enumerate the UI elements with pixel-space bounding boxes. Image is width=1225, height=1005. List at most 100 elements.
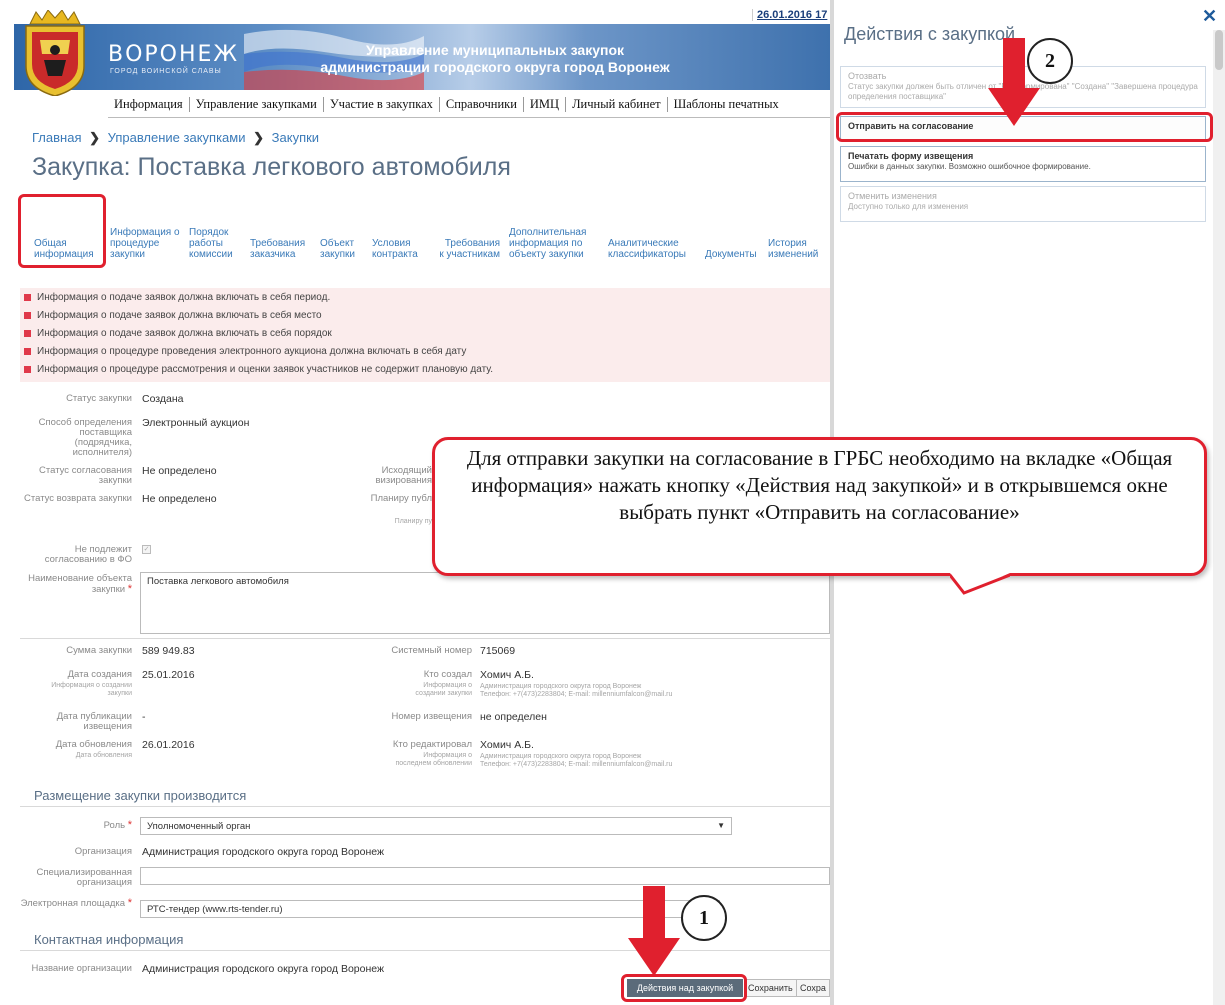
breadcrumb-separator: ❯ <box>89 130 101 145</box>
error-marker-icon <box>24 293 31 301</box>
validation-message: Информация о процедуре проведения электр… <box>20 342 830 360</box>
creator-label: Кто создал <box>423 669 472 680</box>
breadcrumb-home[interactable]: Главная <box>32 130 81 145</box>
editor-org: Администрация городского округа город Во… <box>480 753 642 760</box>
org-name-label: Название организации <box>31 963 132 974</box>
updated-sublabel: Дата обновления <box>75 752 132 759</box>
fo-label: Не подлежит согласованию в ФО <box>44 544 132 565</box>
creator-contact: Телефон: +7(473)2283804; E-mail: millenn… <box>480 691 673 698</box>
approval-status-value: Не определено <box>142 465 217 477</box>
tab-history[interactable]: История изменений <box>768 238 828 260</box>
tab-commission[interactable]: Порядок работы комиссии <box>189 227 239 260</box>
validation-message: Информация о подаче заявок должна включа… <box>20 306 830 324</box>
sum-label: Сумма закупки <box>66 645 132 656</box>
save-close-button[interactable]: Сохра <box>796 979 830 997</box>
nav-item-info[interactable]: Информация <box>108 97 190 112</box>
city-crest-icon <box>25 10 85 96</box>
nav-item-procurement-management[interactable]: Управление закупками <box>190 97 324 112</box>
required-marker: * <box>127 583 132 595</box>
scrollbar-track[interactable] <box>1213 30 1225 1005</box>
header-banner: ВОРОНЕЖ ГОРОД ВОИНСКОЙ СЛАВЫ Управление … <box>14 24 830 90</box>
outgoing-label: Исходящий визирования <box>375 465 432 486</box>
org-name-value: Администрация городского округа город Во… <box>142 963 385 975</box>
notice-value: не определен <box>480 711 547 723</box>
city-subtitle: ГОРОД ВОИНСКОЙ СЛАВЫ <box>110 68 222 75</box>
nav-item-participation[interactable]: Участие в закупках <box>324 97 440 112</box>
pub-date-value: - <box>142 711 146 723</box>
breadcrumb-section[interactable]: Управление закупками <box>108 130 246 145</box>
current-date: 26.01.2016 17 <box>752 9 827 21</box>
nav-item-templates[interactable]: Шаблоны печатных <box>668 97 785 112</box>
method-value: Электронный аукцион <box>142 417 250 429</box>
city-name: ВОРОНЕЖ <box>108 42 240 67</box>
method-label: Способ определения поставщика (подрядчик… <box>38 417 132 458</box>
spec-org-label: Специализированная организация <box>36 867 132 888</box>
sum-value: 589 949.83 <box>142 645 195 657</box>
creator-sublabel: Информация о создании закупки <box>415 682 472 697</box>
planned-sublabel: Планиру пу <box>394 518 432 525</box>
organization-value: Администрация городского округа город Во… <box>142 846 385 858</box>
role-select[interactable]: Уполномоченный орган ▼ <box>140 817 732 835</box>
validation-message: Информация о подаче заявок должна включа… <box>20 288 830 306</box>
action-cancel-changes[interactable]: Отменить изменения Доступно только для и… <box>840 186 1206 222</box>
status-value: Создана <box>142 393 184 405</box>
creator-org: Администрация городского округа город Во… <box>480 683 642 690</box>
updated-label: Дата обновления <box>55 739 132 750</box>
fo-checkbox[interactable]: ✓ <box>142 545 151 554</box>
sysnum-value: 715069 <box>480 645 516 657</box>
editor-label: Кто редактировал <box>392 739 472 750</box>
step-2-marker: 2 <box>1027 38 1073 84</box>
instruction-callout: Для отправки закупки на согласование в Г… <box>432 437 1207 576</box>
pub-date-label: Дата публикации извещения <box>56 711 132 732</box>
creator-value: Хомич А.Б. <box>480 669 534 681</box>
breadcrumb: Главная ❯ Управление закупками ❯ Закупки <box>32 130 319 146</box>
sysnum-label: Системный номер <box>391 645 472 656</box>
placement-section-title: Размещение закупки производится <box>34 788 247 803</box>
tab-customer-requirements[interactable]: Требования заказчика <box>250 238 312 260</box>
created-label: Дата создания <box>67 669 132 680</box>
tab-procurement-object[interactable]: Объект закупки <box>320 238 360 260</box>
validation-messages: Информация о подаче заявок должна включа… <box>20 288 830 382</box>
nav-item-cabinet[interactable]: Личный кабинет <box>566 97 668 112</box>
highlight-actions-button <box>621 974 747 1002</box>
editor-value: Хомич А.Б. <box>480 739 534 751</box>
object-name-textarea[interactable]: Поставка легкового автомобиля <box>140 572 830 634</box>
header-title: Управление муниципальных закупок админис… <box>320 42 670 75</box>
status-label: Статус закупки <box>66 393 132 404</box>
tab-classifiers[interactable]: Аналитические классификаторы <box>608 238 708 260</box>
editor-contact: Телефон: +7(473)2283804; E-mail: millenn… <box>480 761 673 768</box>
required-marker: * <box>127 897 132 909</box>
main-nav: Информация Управление закупками Участие … <box>108 92 830 118</box>
created-sublabel: Информация о создании закупки <box>51 682 132 697</box>
tab-documents[interactable]: Документы <box>705 249 765 260</box>
page-title: Закупка: Поставка легкового автомобиля <box>32 153 511 181</box>
tab-contract-terms[interactable]: Условия контракта <box>372 238 428 260</box>
created-value: 25.01.2016 <box>142 669 195 681</box>
return-status-value: Не определено <box>142 493 217 505</box>
step-1-marker: 1 <box>681 895 727 941</box>
divider <box>20 806 830 807</box>
platform-label: Электронная площадка * <box>20 897 132 909</box>
scrollbar-thumb[interactable] <box>1215 30 1223 70</box>
save-button[interactable]: Сохранить <box>744 979 797 997</box>
breadcrumb-separator: ❯ <box>253 130 265 145</box>
error-marker-icon <box>24 347 31 355</box>
breadcrumb-page[interactable]: Закупки <box>272 130 319 145</box>
tab-procedure-info[interactable]: Информация о процедуре закупки <box>110 227 182 260</box>
tab-additional-info[interactable]: Дополнительная информация по объекту зак… <box>509 227 601 260</box>
dropdown-arrow-icon: ▼ <box>717 821 725 830</box>
action-print-notice[interactable]: Печатать форму извещения Ошибки в данных… <box>840 146 1206 182</box>
name-label: Наименование объекта закупки * <box>28 573 132 595</box>
error-marker-icon <box>24 311 31 319</box>
callout-tail <box>950 573 1010 595</box>
close-icon[interactable]: ✕ <box>1202 6 1217 27</box>
tab-participant-requirements[interactable]: Требования к участникам <box>438 238 500 260</box>
error-marker-icon <box>24 365 31 373</box>
nav-item-references[interactable]: Справочники <box>440 97 524 112</box>
divider <box>20 638 830 639</box>
return-status-label: Статус возврата закупки <box>24 493 132 504</box>
spec-org-input[interactable] <box>140 867 830 885</box>
nav-item-imc[interactable]: ИМЦ <box>524 97 567 112</box>
validation-message: Информация о подаче заявок должна включа… <box>20 324 830 342</box>
error-marker-icon <box>24 329 31 337</box>
